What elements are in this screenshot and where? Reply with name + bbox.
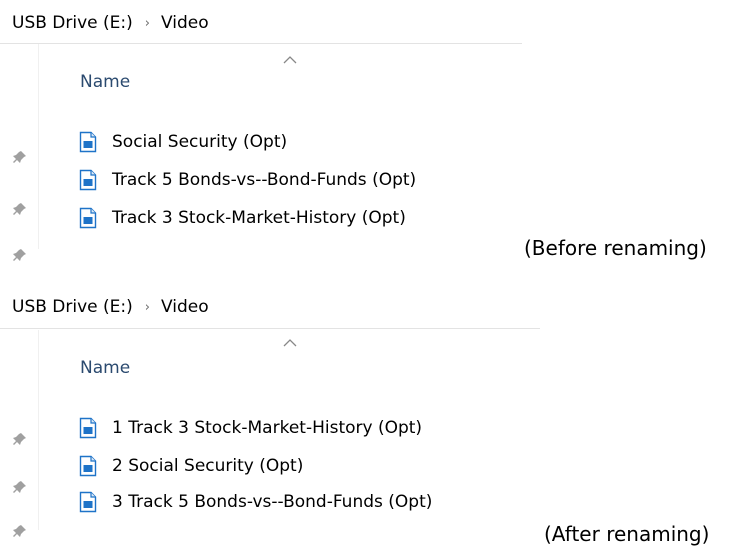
breadcrumb: USB Drive (E:) › Video (12, 10, 209, 36)
pin-icon[interactable] (13, 248, 27, 262)
pin-icon[interactable] (13, 524, 27, 538)
pin-icon[interactable] (13, 202, 27, 216)
pin-icon[interactable] (13, 480, 27, 494)
document-file-icon (79, 417, 97, 439)
file-name: 1 Track 3 Stock-Market-History (Opt) (112, 418, 423, 438)
file-row[interactable]: Track 5 Bonds-vs--Bond-Funds (Opt) (79, 166, 416, 194)
navigation-pane-separator (38, 44, 39, 249)
file-name: 3 Track 5 Bonds-vs--Bond-Funds (Opt) (112, 492, 433, 512)
file-name: Social Security (Opt) (112, 132, 288, 152)
breadcrumb-item-drive[interactable]: USB Drive (E:) (12, 297, 133, 317)
file-row[interactable]: 3 Track 5 Bonds-vs--Bond-Funds (Opt) (79, 488, 432, 516)
quick-access-strip (0, 332, 38, 558)
navigation-pane-separator (38, 330, 39, 530)
caption-after: (After renaming) (544, 522, 710, 546)
document-file-icon (79, 491, 97, 513)
caption-before: (Before renaming) (524, 236, 707, 260)
pin-icon[interactable] (13, 432, 27, 446)
file-name: Track 5 Bonds-vs--Bond-Funds (Opt) (112, 170, 417, 190)
breadcrumb-item-folder[interactable]: Video (161, 297, 209, 317)
column-header-name[interactable]: Name (80, 358, 130, 378)
explorer-panel-before: USB Drive (E:) › Video Name Social Secur… (0, 0, 560, 270)
document-file-icon (79, 131, 97, 153)
breadcrumb-item-folder[interactable]: Video (161, 13, 209, 33)
chevron-right-icon[interactable]: › (145, 16, 150, 31)
breadcrumb-item-drive[interactable]: USB Drive (E:) (12, 13, 133, 33)
document-file-icon (79, 169, 97, 191)
document-file-icon (79, 207, 97, 229)
address-bar-divider (0, 43, 522, 44)
document-file-icon (79, 455, 97, 477)
file-row[interactable]: Social Security (Opt) (79, 128, 287, 156)
breadcrumb: USB Drive (E:) › Video (12, 294, 209, 320)
column-header-name[interactable]: Name (80, 72, 130, 92)
sort-ascending-icon (282, 338, 298, 348)
chevron-right-icon[interactable]: › (145, 300, 150, 315)
quick-access-strip (0, 44, 38, 270)
explorer-panel-after: USB Drive (E:) › Video Name 1 Track 3 St… (0, 288, 560, 558)
sort-ascending-icon (282, 55, 298, 65)
file-row[interactable]: 1 Track 3 Stock-Market-History (Opt) (79, 414, 422, 442)
file-row[interactable]: 2 Social Security (Opt) (79, 452, 303, 480)
file-name: 2 Social Security (Opt) (112, 456, 304, 476)
address-bar-divider (0, 328, 540, 329)
file-row[interactable]: Track 3 Stock-Market-History (Opt) (79, 204, 406, 232)
pin-icon[interactable] (13, 150, 27, 164)
file-name: Track 3 Stock-Market-History (Opt) (112, 208, 406, 228)
